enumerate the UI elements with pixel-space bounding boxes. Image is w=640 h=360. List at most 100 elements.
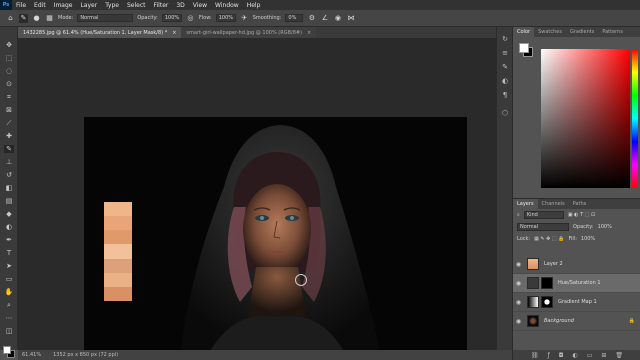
close-icon[interactable]: × bbox=[172, 30, 176, 36]
menu-help[interactable]: Help bbox=[243, 2, 265, 9]
eye-icon[interactable]: ◉ bbox=[513, 299, 524, 306]
eye-icon[interactable]: ◉ bbox=[513, 280, 524, 287]
layer-row[interactable]: ◉ Hue/Saturation 1 bbox=[513, 274, 640, 293]
menu-filter[interactable]: Filter bbox=[150, 2, 173, 9]
menu-layer[interactable]: Layer bbox=[76, 2, 101, 9]
3d-icon[interactable]: ⬡ bbox=[501, 109, 509, 117]
lock-icons[interactable]: ▦ ✎ ✥ ⬚ 🔒 bbox=[534, 236, 564, 242]
filter-icons[interactable]: ▣ ◐ T ⬚ ⊡ bbox=[568, 212, 595, 218]
quick-mask-icon[interactable]: ◫ bbox=[4, 327, 14, 335]
eraser-tool-icon[interactable]: ◧ bbox=[4, 184, 14, 192]
menu-view[interactable]: View bbox=[189, 2, 211, 9]
menu-window[interactable]: Window bbox=[211, 2, 243, 9]
tab-document-1[interactable]: 1432285.jpg @ 61.4% (Hue/Saturation 1, L… bbox=[18, 27, 182, 38]
menu-3d[interactable]: 3D bbox=[172, 2, 188, 9]
tab-swatches[interactable]: Swatches bbox=[534, 27, 566, 37]
move-tool-icon[interactable]: ✥ bbox=[4, 41, 14, 49]
foreground-color-chip[interactable] bbox=[519, 43, 529, 53]
menu-bar: Ps File Edit Image Layer Type Select Fil… bbox=[0, 0, 640, 10]
menu-file[interactable]: File bbox=[12, 2, 30, 9]
layer-row[interactable]: ◉ Layer 2 bbox=[513, 255, 640, 274]
paragraph-icon[interactable]: ¶ bbox=[501, 91, 509, 99]
layer-opacity-field[interactable]: 100% bbox=[598, 224, 612, 230]
tab-paths[interactable]: Paths bbox=[569, 199, 591, 209]
airbrush-icon[interactable]: ✈ bbox=[240, 14, 249, 23]
path-selection-tool-icon[interactable]: ➤ bbox=[4, 262, 14, 270]
menu-edit[interactable]: Edit bbox=[30, 2, 50, 9]
history-brush-tool-icon[interactable]: ↺ bbox=[4, 171, 14, 179]
portrait-image bbox=[179, 125, 382, 360]
crop-tool-icon[interactable]: ⌗ bbox=[4, 93, 14, 101]
layer-row[interactable]: ◉ Background 🔒 bbox=[513, 312, 640, 331]
kind-filter-select[interactable]: Kind bbox=[523, 211, 564, 219]
flow-field[interactable]: 100% bbox=[215, 14, 236, 22]
frame-tool-icon[interactable]: ⊠ bbox=[4, 106, 14, 114]
gear-icon[interactable]: ⚙ bbox=[307, 14, 316, 23]
tab-color[interactable]: Color bbox=[513, 27, 535, 37]
fill-field[interactable]: 100% bbox=[581, 236, 595, 242]
skin-tone-swatches bbox=[104, 202, 132, 301]
clone-stamp-tool-icon[interactable]: ⊥ bbox=[4, 158, 14, 166]
fx-icon[interactable]: ƒ bbox=[548, 352, 550, 359]
hand-tool-icon[interactable]: ✋ bbox=[4, 288, 14, 296]
new-layer-icon[interactable]: ⊞ bbox=[601, 352, 606, 359]
type-tool-icon[interactable]: T bbox=[4, 249, 14, 257]
rectangle-tool-icon[interactable]: ▭ bbox=[4, 275, 14, 283]
blur-tool-icon[interactable]: ◆ bbox=[4, 210, 14, 218]
brush-settings-icon[interactable]: ✎ bbox=[501, 63, 509, 71]
brush-settings-icon[interactable]: ▦ bbox=[45, 14, 54, 23]
trash-icon[interactable]: 🗑 bbox=[615, 352, 623, 359]
layer-name: Layer 2 bbox=[544, 261, 563, 267]
home-icon[interactable]: ⌂ bbox=[6, 14, 15, 23]
eyedropper-tool-icon[interactable]: ⟋ bbox=[4, 119, 14, 127]
adjustments-icon[interactable]: ◐ bbox=[501, 77, 509, 85]
foreground-color-swatch[interactable] bbox=[3, 346, 11, 354]
tab-document-2[interactable]: smart-girl-wallpaper-hd.jpg @ 100% (RGB/… bbox=[181, 27, 317, 38]
pressure-size-icon[interactable]: ◉ bbox=[333, 14, 342, 23]
smoothing-field[interactable]: 0% bbox=[285, 14, 304, 22]
angle-icon[interactable]: ∠ bbox=[320, 14, 329, 23]
blend-mode-select[interactable]: Normal bbox=[517, 223, 569, 231]
color-picker-field[interactable] bbox=[541, 49, 630, 188]
history-icon[interactable]: ↻ bbox=[501, 35, 509, 43]
menu-select[interactable]: Select bbox=[123, 2, 150, 9]
photoshop-logo[interactable]: Ps bbox=[0, 0, 12, 10]
document-canvas[interactable] bbox=[84, 117, 467, 360]
marquee-tool-icon[interactable]: ⬚ bbox=[4, 54, 14, 62]
layer-mask-thumbnail[interactable] bbox=[541, 277, 553, 289]
menu-type[interactable]: Type bbox=[101, 2, 123, 9]
layer-row[interactable]: ◉ Gradient Map 1 bbox=[513, 293, 640, 312]
eye-icon[interactable]: ◉ bbox=[513, 318, 524, 325]
mask-icon[interactable]: ◘ bbox=[559, 352, 564, 359]
adjustment-icon[interactable]: ◐ bbox=[572, 352, 577, 359]
more-tools-icon[interactable]: ⋯ bbox=[4, 314, 14, 322]
mode-select[interactable]: Normal bbox=[77, 14, 134, 22]
healing-brush-tool-icon[interactable]: ✚ bbox=[4, 132, 14, 140]
gradient-tool-icon[interactable]: ▤ bbox=[4, 197, 14, 205]
brush-preset-icon[interactable]: ● bbox=[32, 14, 41, 23]
brush-tool-icon[interactable]: ✎ bbox=[19, 13, 28, 23]
close-icon[interactable]: × bbox=[307, 30, 311, 36]
eye-icon[interactable]: ◉ bbox=[513, 261, 524, 268]
link-icon[interactable]: ⛓ bbox=[531, 352, 539, 359]
zoom-tool-icon[interactable]: ⌕ bbox=[4, 301, 14, 309]
properties-icon[interactable]: ≡ bbox=[501, 49, 509, 57]
brush-tool-icon[interactable]: ✎ bbox=[4, 145, 14, 153]
tab-patterns[interactable]: Patterns bbox=[598, 27, 627, 37]
smoothing-label: Smoothing: bbox=[252, 15, 282, 21]
hue-slider[interactable] bbox=[632, 49, 638, 188]
opacity-field[interactable]: 100% bbox=[161, 14, 182, 22]
pen-tool-icon[interactable]: ✒ bbox=[4, 236, 14, 244]
symmetry-icon[interactable]: ⋈ bbox=[346, 14, 355, 23]
menu-image[interactable]: Image bbox=[50, 2, 77, 9]
dodge-tool-icon[interactable]: ◐ bbox=[4, 223, 14, 231]
zoom-level[interactable]: 61.41% bbox=[22, 352, 41, 358]
tab-channels[interactable]: Channels bbox=[538, 199, 569, 209]
quick-select-tool-icon[interactable]: ⊙ bbox=[4, 80, 14, 88]
group-icon[interactable]: ▭ bbox=[587, 352, 593, 359]
layer-mask-thumbnail[interactable] bbox=[541, 296, 553, 308]
tab-gradients[interactable]: Gradients bbox=[566, 27, 598, 37]
tab-layers[interactable]: Layers bbox=[513, 199, 538, 209]
pressure-opacity-icon[interactable]: ◎ bbox=[186, 14, 195, 23]
lasso-tool-icon[interactable]: ◌ bbox=[4, 67, 14, 75]
